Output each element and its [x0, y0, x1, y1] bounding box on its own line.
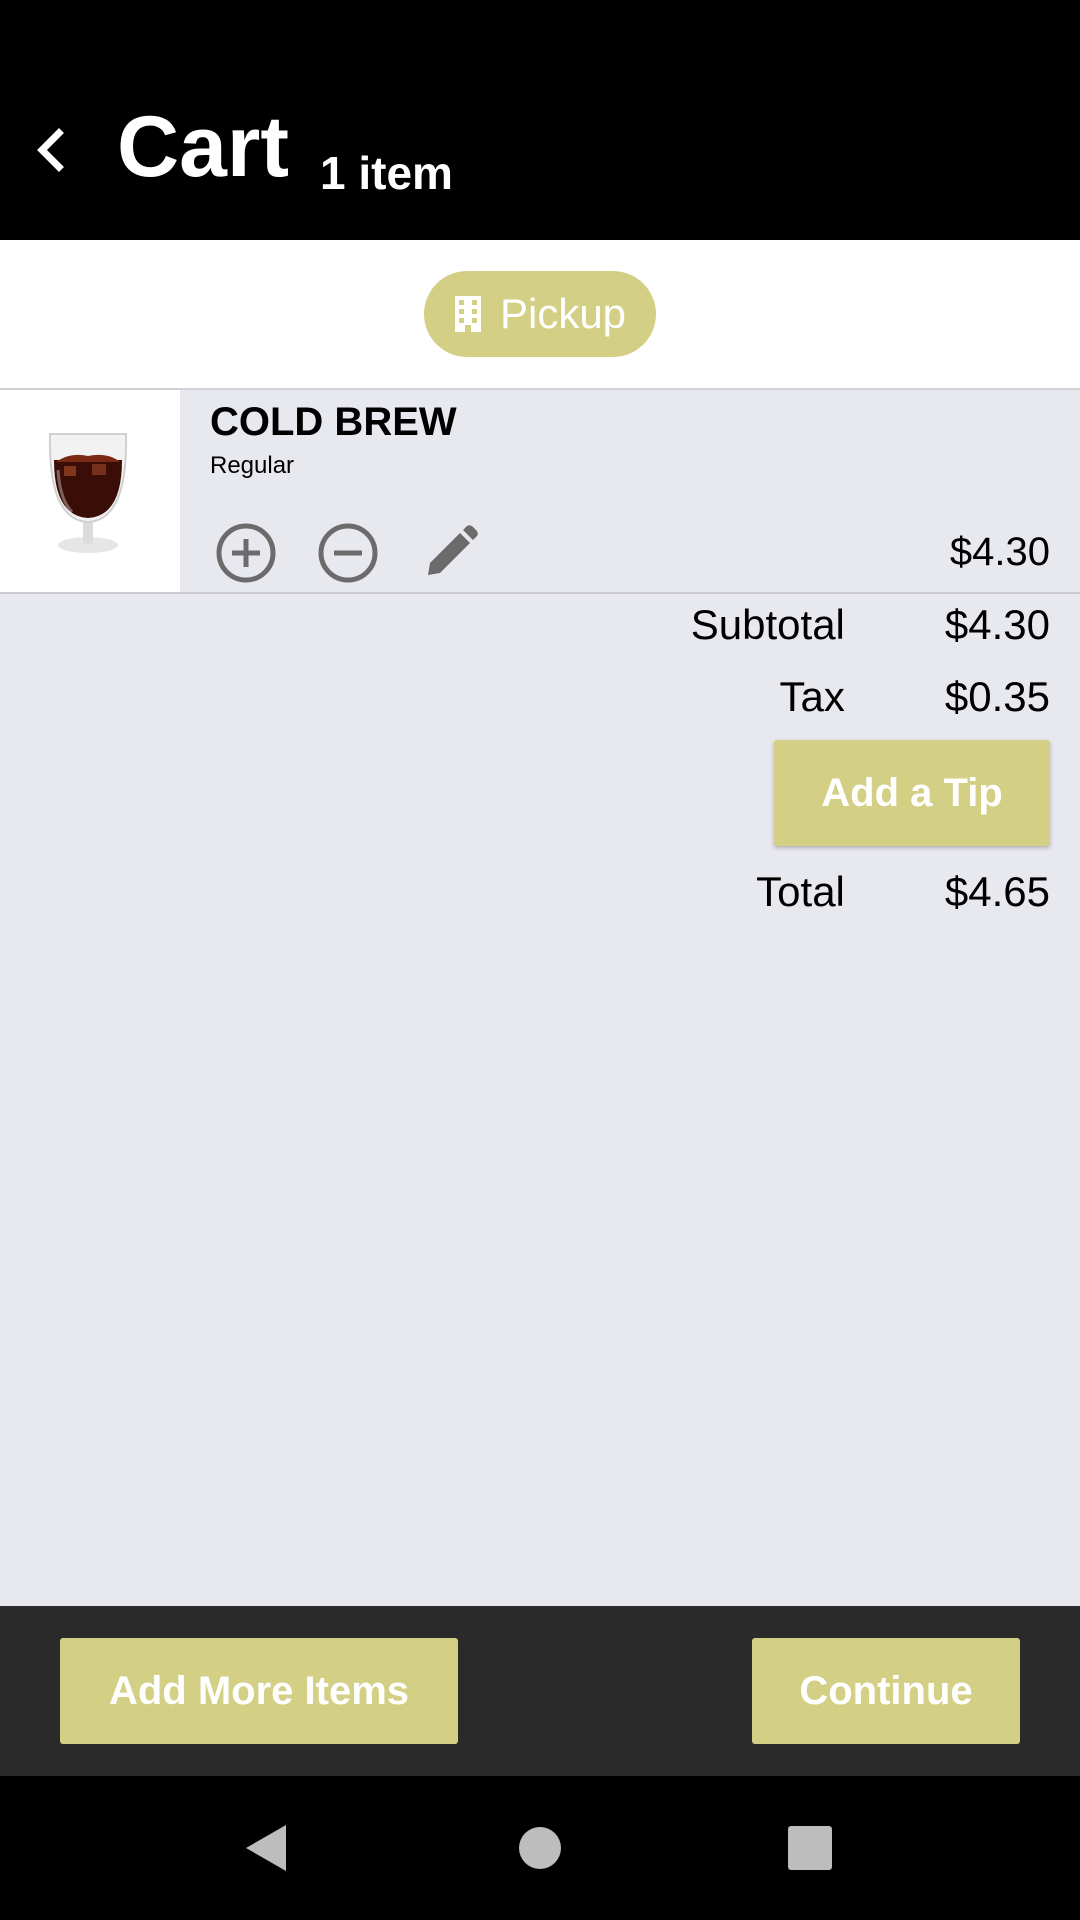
triangle-back-icon	[246, 1825, 286, 1871]
item-price: $4.30	[949, 530, 1050, 574]
cart-item-row[interactable]: COLD BREW Regular $4.30	[0, 390, 1080, 594]
decrease-quantity-button[interactable]	[313, 518, 383, 588]
pickup-button[interactable]: Pickup	[424, 271, 656, 357]
system-nav-bar	[0, 1776, 1080, 1920]
cart-item-count: 1 item	[320, 147, 453, 199]
total-value: $4.65	[944, 868, 1050, 915]
order-mode-bar: Pickup	[0, 240, 1080, 390]
page-title: Cart	[117, 99, 290, 195]
item-name: COLD BREW	[210, 400, 457, 444]
nav-home-button[interactable]	[505, 1813, 575, 1883]
add-more-items-button[interactable]: Add More Items	[60, 1638, 458, 1744]
tax-row: Tax $0.35	[650, 667, 1050, 727]
pencil-icon	[428, 525, 478, 575]
total-row: Total $4.65	[650, 862, 1050, 922]
total-label: Total	[756, 868, 845, 915]
minus-circle-icon	[318, 523, 378, 583]
nav-back-button[interactable]	[232, 1813, 302, 1883]
add-tip-button[interactable]: Add a Tip	[774, 740, 1050, 846]
edit-item-button[interactable]	[415, 518, 485, 588]
subtotal-value: $4.30	[944, 601, 1050, 648]
chevron-left-icon	[37, 128, 64, 172]
building-icon	[454, 296, 481, 332]
back-button[interactable]	[20, 110, 80, 190]
cold-brew-glass-image	[48, 433, 128, 553]
circle-home-icon	[519, 1827, 561, 1869]
pickup-label: Pickup	[499, 290, 627, 337]
subtotal-label: Subtotal	[690, 601, 845, 648]
item-image	[0, 390, 180, 592]
tax-value: $0.35	[944, 673, 1050, 720]
subtotal-row: Subtotal $4.30	[650, 595, 1050, 655]
bottom-action-bar: Add More Items Continue	[0, 1606, 1080, 1776]
square-recents-icon	[788, 1826, 832, 1870]
plus-circle-icon	[216, 523, 276, 583]
tax-label: Tax	[779, 673, 845, 720]
app-header: Cart 1 item	[0, 0, 1080, 240]
item-option: Regular	[210, 452, 295, 479]
nav-recents-button[interactable]	[775, 1813, 845, 1883]
increase-quantity-button[interactable]	[211, 518, 281, 588]
continue-button[interactable]: Continue	[752, 1638, 1020, 1744]
